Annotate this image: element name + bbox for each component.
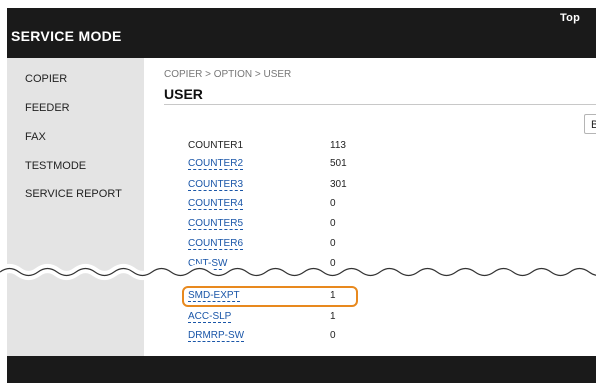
sidebar-item-copier[interactable]: COPIER [25, 73, 67, 85]
setting-value: 1 [330, 290, 336, 301]
setting-link-drmrp-sw[interactable]: DRMRP-SW [188, 330, 245, 342]
setting-link-smd-expt[interactable]: SMD-EXPT [188, 290, 240, 302]
setting-link-counter2[interactable]: COUNTER2 [188, 158, 244, 170]
setting-value: 0 [330, 218, 336, 229]
title-divider [164, 104, 596, 105]
setting-value: 0 [330, 330, 336, 341]
page-title: USER [164, 86, 203, 102]
setting-key: COUNTER1 [188, 140, 244, 151]
setting-link-counter5[interactable]: COUNTER5 [188, 218, 244, 230]
sidebar-item-service-report[interactable]: SERVICE REPORT [25, 188, 122, 200]
setting-link-counter3[interactable]: COUNTER3 [188, 179, 244, 191]
setting-value: 1 [330, 311, 336, 322]
app-title: SERVICE MODE [11, 28, 122, 44]
setting-link-counter4[interactable]: COUNTER4 [188, 198, 244, 210]
sidebar-item-feeder[interactable]: FEEDER [25, 102, 70, 114]
sidebar-item-fax[interactable]: FAX [25, 131, 46, 143]
top-link[interactable]: Top [560, 12, 580, 24]
partial-button[interactable]: B [584, 114, 596, 134]
sidebar: COPIER FEEDER FAX TESTMODE SERVICE REPOR… [7, 58, 144, 356]
sidebar-item-testmode[interactable]: TESTMODE [25, 160, 86, 172]
setting-value: 301 [330, 179, 347, 190]
service-mode-window: Top SERVICE MODE COPIER FEEDER FAX TESTM… [7, 8, 596, 383]
footer-bar [7, 356, 596, 383]
setting-value: 113 [330, 140, 346, 151]
breadcrumb: COPIER > OPTION > USER [164, 69, 292, 80]
setting-link-acc-slp[interactable]: ACC-SLP [188, 311, 232, 323]
setting-value: 0 [330, 258, 336, 269]
setting-link-cnt-sw[interactable]: CNT-SW [188, 258, 228, 270]
setting-value: 0 [330, 198, 336, 209]
setting-value: 501 [330, 158, 347, 169]
setting-value: 0 [330, 238, 336, 249]
main-panel: COPIER > OPTION > USER USER B COUNTER1 1… [144, 58, 596, 356]
header-bar: Top SERVICE MODE [7, 8, 596, 58]
setting-link-counter6[interactable]: COUNTER6 [188, 238, 244, 250]
